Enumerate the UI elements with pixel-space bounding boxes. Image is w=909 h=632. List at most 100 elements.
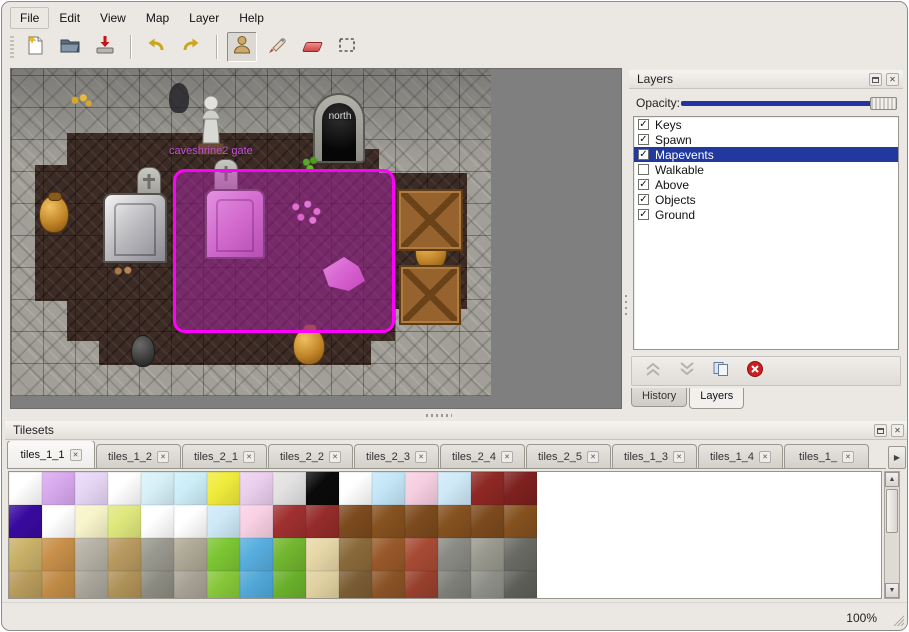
save-file-button[interactable] xyxy=(90,32,120,62)
palette-tile[interactable] xyxy=(174,505,207,538)
layer-row-ground[interactable]: Ground xyxy=(634,207,898,222)
palette-tile[interactable] xyxy=(306,472,339,505)
palette-tile[interactable] xyxy=(9,538,42,571)
scrollbar-thumb[interactable] xyxy=(886,489,898,533)
palette-tile[interactable] xyxy=(141,538,174,571)
layer-checkbox[interactable] xyxy=(638,164,649,175)
palette-tile[interactable] xyxy=(174,538,207,571)
toolbar-grip[interactable] xyxy=(10,36,14,58)
palette-tile[interactable] xyxy=(273,472,306,505)
palette-tile[interactable] xyxy=(504,472,537,505)
palette-tile[interactable] xyxy=(75,571,108,599)
layer-checkbox[interactable] xyxy=(638,119,649,130)
open-file-button[interactable] xyxy=(55,32,85,62)
palette-scrollbar[interactable]: ▲ ▼ xyxy=(884,471,900,599)
palette-tile[interactable] xyxy=(75,472,108,505)
scroll-down-button[interactable]: ▼ xyxy=(885,583,899,598)
map-selection-rectangle[interactable] xyxy=(173,169,395,333)
brush-tool-button[interactable] xyxy=(262,32,292,62)
palette-tile[interactable] xyxy=(372,538,405,571)
palette-tile[interactable] xyxy=(42,538,75,571)
palette-tile[interactable] xyxy=(141,505,174,538)
stamp-tool-button[interactable] xyxy=(227,32,257,62)
layer-row-objects[interactable]: Objects xyxy=(634,192,898,207)
menu-layer[interactable]: Layer xyxy=(179,7,229,29)
tileset-tab[interactable]: tiles_1_1 xyxy=(7,441,95,468)
layer-row-keys[interactable]: Keys xyxy=(634,117,898,132)
palette-tile[interactable] xyxy=(108,505,141,538)
layer-list[interactable]: Keys Spawn Mapevents Walkable Above Obje… xyxy=(633,116,899,350)
palette-tile[interactable] xyxy=(339,472,372,505)
palette-tile[interactable] xyxy=(471,571,504,599)
palette-tile[interactable] xyxy=(240,571,273,599)
layer-row-above[interactable]: Above xyxy=(634,177,898,192)
palette-tile[interactable] xyxy=(42,505,75,538)
tileset-tab[interactable]: tiles_2_2 xyxy=(268,444,353,468)
tileset-tab[interactable]: tiles_1_4 xyxy=(698,444,783,468)
tileset-tab[interactable]: tiles_1_2 xyxy=(96,444,181,468)
palette-tile[interactable] xyxy=(207,538,240,571)
tab-close-icon[interactable] xyxy=(673,451,685,463)
palette-tile[interactable] xyxy=(405,505,438,538)
palette-tile[interactable] xyxy=(108,571,141,599)
palette-tile[interactable] xyxy=(174,571,207,599)
eraser-tool-button[interactable] xyxy=(297,32,327,62)
tileset-tab[interactable]: tiles_2_4 xyxy=(440,444,525,468)
palette-tile[interactable] xyxy=(75,505,108,538)
palette-tile[interactable] xyxy=(240,538,273,571)
opacity-slider[interactable] xyxy=(681,96,897,110)
layer-checkbox[interactable] xyxy=(638,149,649,160)
rect-select-tool-button[interactable] xyxy=(332,32,362,62)
horizontal-splitter[interactable] xyxy=(2,410,908,421)
tab-history[interactable]: History xyxy=(631,388,687,407)
palette-tile[interactable] xyxy=(405,571,438,599)
palette-tile[interactable] xyxy=(438,505,471,538)
menu-help[interactable]: Help xyxy=(229,7,274,29)
undo-button[interactable] xyxy=(141,32,171,62)
tab-close-icon[interactable] xyxy=(759,451,771,463)
palette-tile[interactable] xyxy=(471,538,504,571)
tab-close-icon[interactable] xyxy=(842,451,854,463)
new-file-button[interactable] xyxy=(20,32,50,62)
palette-tile[interactable] xyxy=(207,472,240,505)
slider-handle[interactable] xyxy=(870,97,897,110)
move-layer-down-button[interactable] xyxy=(676,361,698,381)
palette-tile[interactable] xyxy=(372,571,405,599)
palette-tile[interactable] xyxy=(306,538,339,571)
close-panel-button close-icon[interactable] xyxy=(886,73,899,86)
menu-edit[interactable]: Edit xyxy=(49,7,90,29)
resize-grip[interactable] xyxy=(891,613,904,626)
palette-tile[interactable] xyxy=(471,472,504,505)
palette-tile[interactable] xyxy=(405,538,438,571)
palette-tile[interactable] xyxy=(438,571,471,599)
tileset-tab[interactable]: tiles_2_3 xyxy=(354,444,439,468)
menu-file[interactable]: File xyxy=(10,7,49,29)
duplicate-layer-button[interactable] xyxy=(710,361,732,381)
palette-tile[interactable] xyxy=(405,472,438,505)
palette-tile[interactable] xyxy=(207,571,240,599)
map-canvas[interactable]: caveshrine2 gate north xyxy=(10,68,622,409)
palette-tile[interactable] xyxy=(9,472,42,505)
layer-checkbox[interactable] xyxy=(638,179,649,190)
palette-tile[interactable] xyxy=(504,571,537,599)
palette-tile[interactable] xyxy=(438,538,471,571)
palette-tile[interactable] xyxy=(108,472,141,505)
menu-view[interactable]: View xyxy=(90,7,136,29)
tab-layers[interactable]: Layers xyxy=(689,388,744,409)
palette-tile[interactable] xyxy=(504,505,537,538)
palette-tile[interactable] xyxy=(438,472,471,505)
tileset-tab[interactable]: tiles_2_1 xyxy=(182,444,267,468)
delete-layer-button[interactable] xyxy=(744,361,766,381)
tab-close-icon[interactable] xyxy=(243,451,255,463)
palette-tile[interactable] xyxy=(141,571,174,599)
tileset-tab[interactable]: tiles_1_ xyxy=(784,444,869,468)
tileset-palette[interactable] xyxy=(8,471,882,599)
redo-button[interactable] xyxy=(176,32,206,62)
tab-close-icon[interactable] xyxy=(587,451,599,463)
palette-tile[interactable] xyxy=(273,571,306,599)
layer-row-walkable[interactable]: Walkable xyxy=(634,162,898,177)
palette-tile[interactable] xyxy=(9,571,42,599)
palette-tile[interactable] xyxy=(504,538,537,571)
palette-tile[interactable] xyxy=(306,505,339,538)
layer-row-mapevents[interactable]: Mapevents xyxy=(634,147,898,162)
